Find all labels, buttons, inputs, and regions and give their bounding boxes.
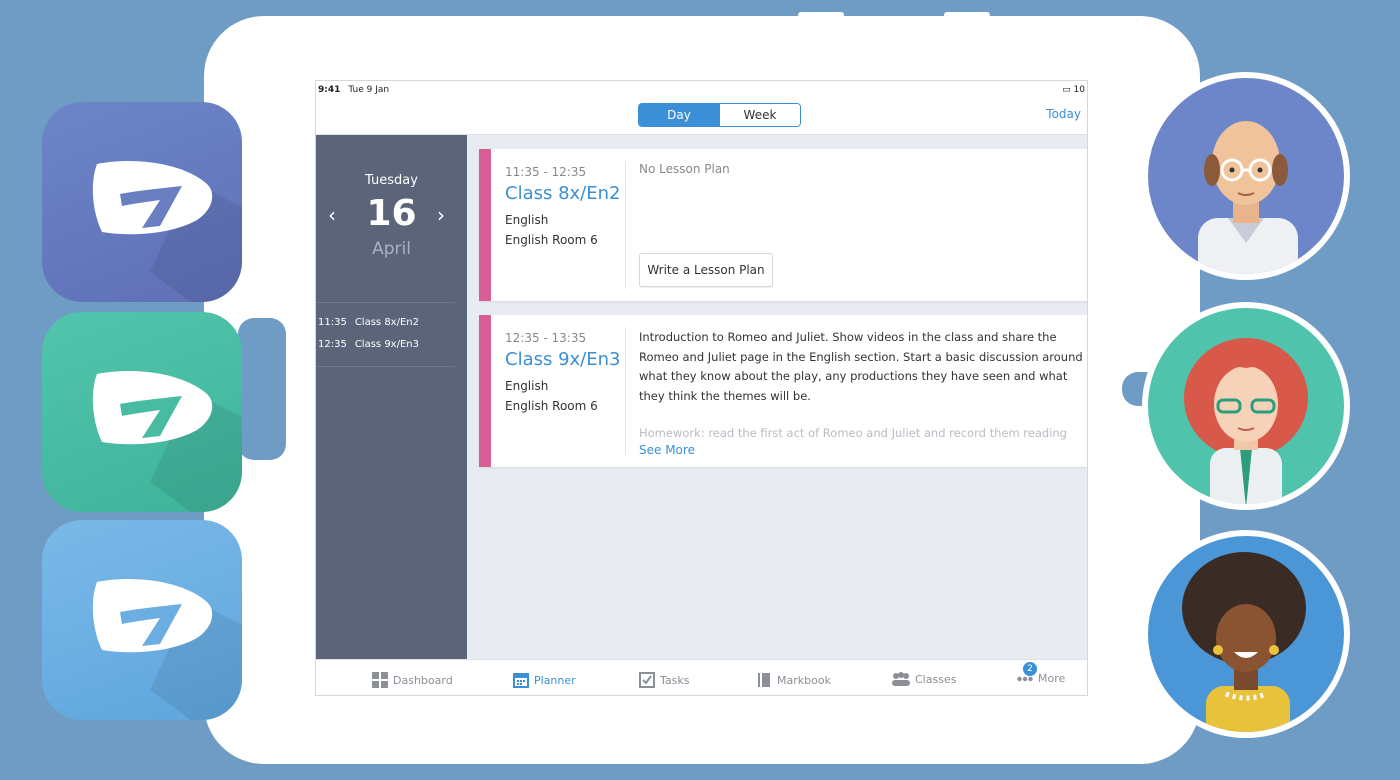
checkbox-icon	[639, 672, 655, 688]
sidebar-lesson-item[interactable]: 12:35 Class 9x/En3	[318, 339, 427, 350]
more-icon	[1017, 676, 1033, 681]
month-label: April	[372, 239, 411, 259]
device-side-button	[238, 318, 286, 460]
tab-label: Markbook	[777, 673, 831, 687]
lesson-subject: English	[505, 213, 549, 227]
app-screen: 9:41 Tue 9 Jan ▭ 10 Day Week Today Tuesd…	[315, 80, 1088, 696]
tab-label: Classes	[915, 672, 957, 686]
device-top-button	[798, 12, 844, 18]
battery-level: 10	[1073, 85, 1085, 95]
lesson-homework: Homework: read the first act of Romeo an…	[639, 426, 1067, 440]
lesson-room: English Room 6	[505, 233, 598, 247]
dashboard-icon	[372, 672, 388, 688]
people-icon	[892, 672, 910, 686]
weekday-label: Tuesday	[365, 173, 418, 188]
sidebar-divider	[316, 302, 455, 303]
battery-icon: ▭ 10	[1062, 85, 1085, 95]
tab-classes[interactable]: Classes	[892, 672, 956, 686]
nav-bar: Day Week Today	[316, 99, 1087, 135]
segment-week[interactable]: Week	[719, 104, 800, 126]
lesson-class-link[interactable]: Class 9x/En3	[505, 349, 620, 370]
chevron-right-icon[interactable]: ›	[437, 203, 445, 227]
status-bar: 9:41 Tue 9 Jan ▭ 10	[316, 81, 1087, 99]
card-divider	[625, 161, 626, 289]
sidebar-lesson-time: 12:35	[318, 339, 347, 350]
see-more-link[interactable]: See More	[639, 443, 695, 457]
card-divider	[625, 327, 626, 455]
tab-label: Dashboard	[393, 673, 453, 687]
sidebar-lesson-item[interactable]: 11:35 Class 8x/En2	[318, 317, 427, 328]
tab-tasks[interactable]: Tasks	[639, 672, 689, 688]
teacher-avatar-woman-glasses	[1142, 302, 1350, 510]
sidebar-lesson-label: Class 9x/En3	[354, 339, 419, 350]
date-sidebar: Tuesday ‹ 16 › April 11:35 Class 8x/En2 1…	[316, 135, 467, 659]
status-time: 9:41	[318, 85, 341, 95]
book-icon	[758, 673, 770, 687]
lesson-plan-status: No Lesson Plan	[639, 162, 730, 176]
tab-markbook[interactable]: Markbook	[756, 672, 831, 688]
app-icon-green	[42, 312, 242, 512]
lesson-card[interactable]: 12:35 - 13:35 Class 9x/En3 English Engli…	[479, 315, 1087, 467]
sidebar-lesson-label: Class 8x/En2	[354, 317, 419, 328]
tab-more[interactable]: 2 More	[1017, 662, 1066, 685]
lesson-room: English Room 6	[505, 399, 598, 413]
sidebar-divider	[316, 366, 455, 367]
lesson-time: 11:35 - 12:35	[505, 165, 587, 179]
app-icon-purple	[42, 102, 242, 302]
tab-bar: Dashboard Planner Tasks Markbook Classes…	[316, 659, 1087, 695]
notification-badge: 2	[1023, 662, 1037, 676]
app-logo-icon	[92, 579, 242, 720]
view-segmented-control: Day Week	[638, 103, 801, 127]
calendar-icon	[513, 673, 529, 688]
status-date: Tue 9 Jan	[348, 85, 390, 95]
tab-label: More	[1038, 672, 1066, 685]
lesson-time: 12:35 - 13:35	[505, 331, 587, 345]
write-lesson-plan-button[interactable]: Write a Lesson Plan	[639, 253, 773, 287]
app-logo-icon	[92, 161, 242, 302]
tab-dashboard[interactable]: Dashboard	[372, 672, 453, 688]
teacher-avatar-woman	[1142, 530, 1350, 738]
segment-day[interactable]: Day	[639, 104, 719, 126]
app-icon-blue	[42, 520, 242, 720]
lesson-class-link[interactable]: Class 8x/En2	[505, 183, 620, 204]
tab-planner[interactable]: Planner	[513, 672, 576, 688]
sidebar-lesson-time: 11:35	[318, 317, 347, 328]
lesson-list: 11:35 - 12:35 Class 8x/En2 English Engli…	[467, 135, 1087, 659]
lesson-subject: English	[505, 379, 549, 393]
device-top-button	[944, 12, 990, 18]
lesson-description: Introduction to Romeo and Juliet. Show v…	[639, 330, 1083, 403]
today-button[interactable]: Today	[1046, 107, 1081, 121]
app-logo-icon	[92, 371, 242, 512]
teacher-avatar-man	[1142, 72, 1350, 280]
lesson-card[interactable]: 11:35 - 12:35 Class 8x/En2 English Engli…	[479, 149, 1087, 301]
tab-label: Planner	[534, 673, 576, 687]
tab-label: Tasks	[660, 673, 690, 687]
